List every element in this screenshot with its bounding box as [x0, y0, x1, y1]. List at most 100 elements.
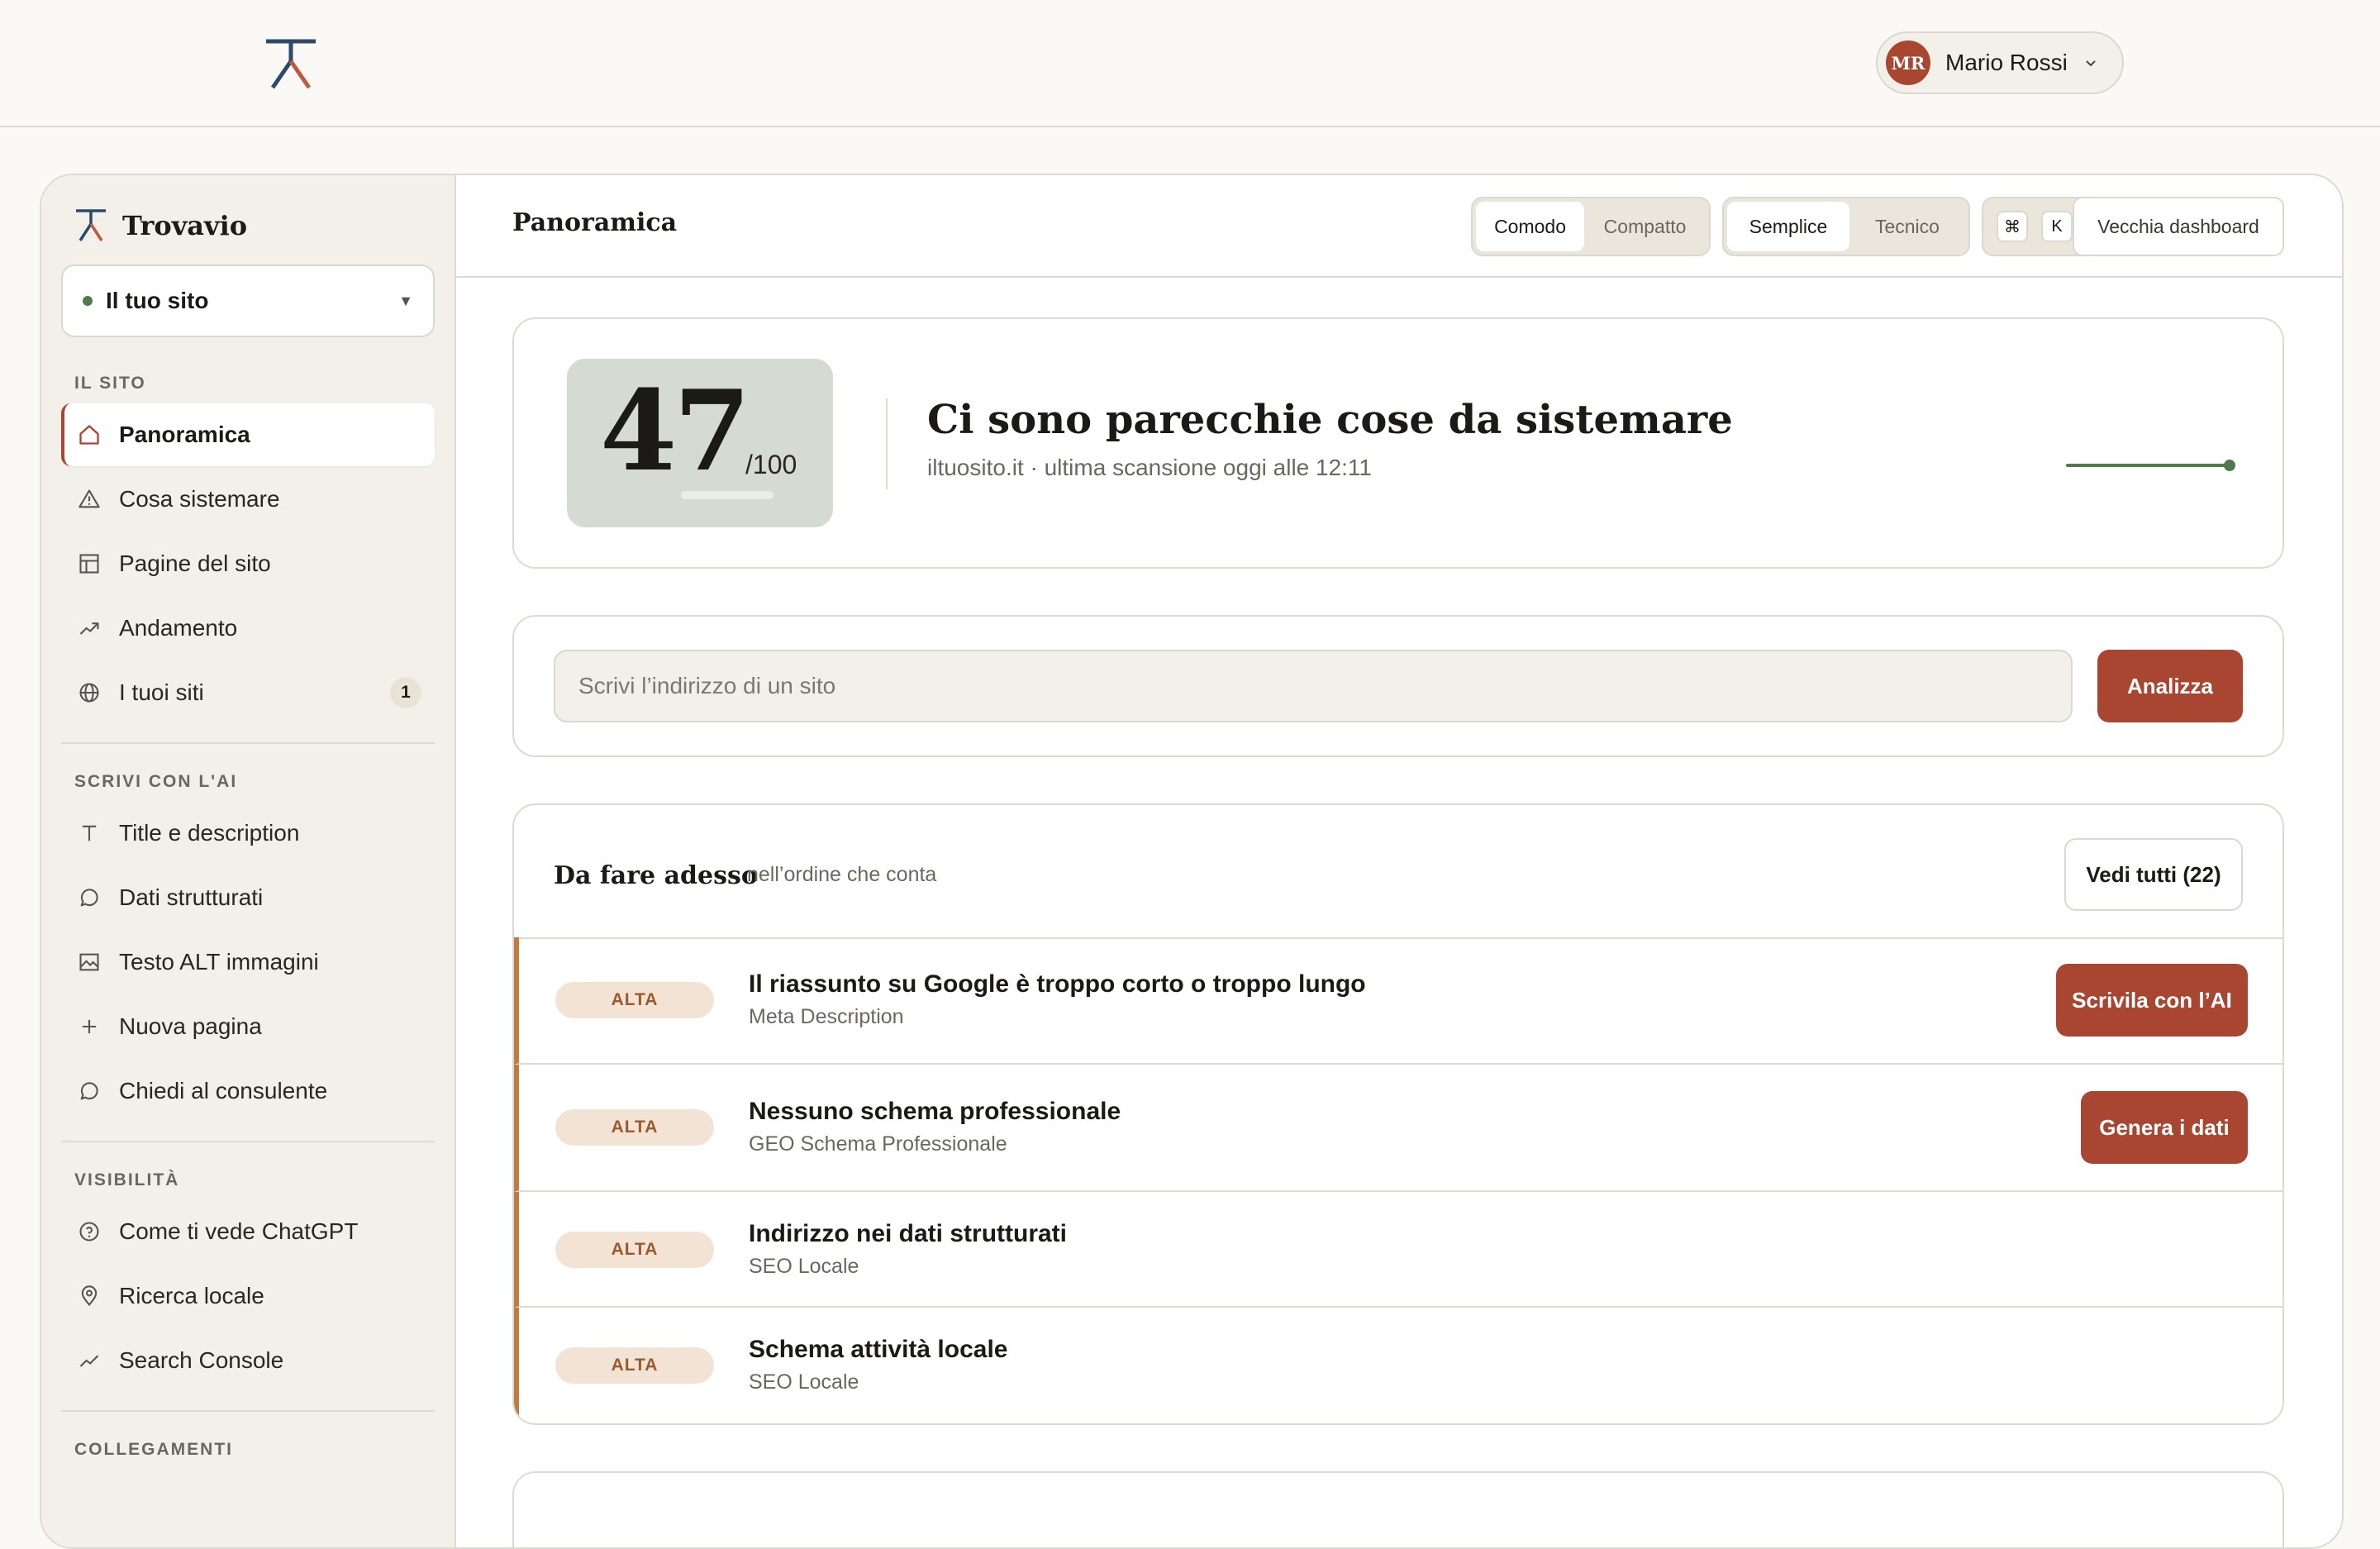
- todo-header: Da fare adesso nell’ordine che conta Ved…: [514, 805, 2282, 939]
- trend-icon: [79, 1355, 99, 1367]
- sidebar-item-dati-strutturati[interactable]: Dati strutturati: [61, 866, 435, 929]
- todo-row-title: Indirizzo nei dati strutturati: [749, 1220, 1068, 1247]
- score-bar: [681, 491, 774, 499]
- top-bar: MR Mario Rossi: [0, 0, 2380, 127]
- write-with-ai-button[interactable]: Scrivila con l’AI: [2056, 964, 2248, 1037]
- globe-icon: [79, 683, 99, 703]
- todo-row[interactable]: ALTA Indirizzo nei dati strutturati SEO …: [514, 1192, 2282, 1308]
- main-header: Panoramica Comodo Compatto Semplice Tecn…: [456, 175, 2342, 278]
- avatar: MR: [1886, 41, 1930, 85]
- next-card: [512, 1471, 2284, 1547]
- sidebar-item-label: Dati strutturati: [119, 884, 264, 910]
- todo-row[interactable]: ALTA Il riassunto su Google è troppo cor…: [514, 937, 2282, 1065]
- user-menu-button[interactable]: MR Mario Rossi: [1876, 31, 2124, 94]
- todo-title: Da fare adesso: [554, 861, 758, 890]
- priority-badge: ALTA: [555, 1109, 714, 1146]
- caret-down-icon: ▼: [398, 292, 413, 309]
- warning-icon: [79, 489, 100, 508]
- section-label-site: IL SITO: [74, 374, 146, 393]
- sidebar-item-label: Pagine del sito: [119, 550, 271, 576]
- priority-badge: ALTA: [555, 982, 714, 1018]
- todo-row-category: Meta Description: [749, 1005, 904, 1028]
- sidebar-item-nuova-pagina[interactable]: Nuova pagina: [61, 995, 435, 1058]
- density-option-comodo[interactable]: Comodo: [1476, 202, 1585, 251]
- image-icon: [79, 953, 99, 971]
- sidebar-item-consulente[interactable]: Chiedi al consulente: [61, 1060, 435, 1122]
- todo-subtitle: nell’ordine che conta: [747, 863, 937, 886]
- type-icon: [82, 825, 97, 841]
- density-option-compatto[interactable]: Compatto: [1584, 202, 1706, 251]
- divider: [61, 1410, 435, 1412]
- site-selector[interactable]: Il tuo sito ▼: [61, 265, 435, 337]
- sidebar-item-panoramica[interactable]: Panoramica: [61, 403, 435, 466]
- sidebar-item-pagine[interactable]: Pagine del sito: [61, 532, 435, 595]
- density-toggle: Comodo Compatto: [1471, 197, 1711, 256]
- section-label-visibility: VISIBILITÀ: [74, 1170, 180, 1189]
- site-url-input[interactable]: [554, 650, 2073, 722]
- count-badge: 1: [390, 677, 421, 708]
- page-title: Panoramica: [512, 208, 678, 237]
- score-subline: iltuosito.it · ultima scansione oggi all…: [927, 455, 1373, 480]
- sidebar-item-alt-immagini[interactable]: Testo ALT immagini: [61, 931, 435, 994]
- status-dot-icon: [83, 296, 93, 306]
- sidebar-item-title-description[interactable]: Title e description: [61, 802, 435, 865]
- todo-row[interactable]: ALTA Nessuno schema professionale GEO Sc…: [514, 1065, 2282, 1192]
- todo-row-title: Il riassunto su Google è troppo corto o …: [749, 970, 1366, 998]
- trovavio-logo-icon[interactable]: [263, 36, 319, 93]
- sidebar-item-label: Panoramica: [119, 422, 250, 447]
- plus-icon: [82, 1019, 97, 1034]
- section-label-links: COLLEGAMENTI: [74, 1440, 233, 1459]
- chat-icon: [80, 1082, 98, 1100]
- todo-row-category: GEO Schema Professionale: [749, 1132, 1007, 1156]
- divider: [61, 1141, 435, 1142]
- sidebar-item-andamento[interactable]: Andamento: [61, 597, 435, 660]
- brand-name: Trovavio: [122, 210, 248, 241]
- help-circle-icon: [79, 1222, 99, 1242]
- sidebar-item-chatgpt[interactable]: Come ti vede ChatGPT: [61, 1200, 435, 1263]
- sidebar-item-tuoi-siti[interactable]: I tuoi siti 1: [61, 661, 435, 724]
- brand[interactable]: Trovavio: [74, 205, 247, 246]
- todo-row-category: SEO Locale: [749, 1370, 859, 1394]
- analyze-card: Analizza: [512, 615, 2284, 757]
- todo-row-title: Nessuno schema professionale: [749, 1098, 1121, 1125]
- trend-sparkline-icon: [2066, 460, 2235, 471]
- sidebar-item-label: Testo ALT immagini: [119, 949, 319, 975]
- divider: [886, 398, 888, 489]
- kbd-command: ⌘: [1997, 211, 2028, 242]
- todo-row-title: Schema attività locale: [749, 1336, 1008, 1363]
- mode-option-tecnico[interactable]: Tecnico: [1849, 202, 1965, 251]
- section-label-ai: SCRIVI CON L'AI: [74, 772, 238, 791]
- mode-option-semplice[interactable]: Semplice: [1727, 202, 1849, 251]
- analyze-button[interactable]: Analizza: [2097, 650, 2243, 722]
- see-all-button[interactable]: Vedi tutti (22): [2064, 838, 2243, 911]
- priority-badge: ALTA: [555, 1232, 714, 1268]
- sidebar-item-label: Search Console: [119, 1347, 284, 1373]
- sidebar-item-label: Cosa sistemare: [119, 486, 280, 512]
- old-dashboard-button[interactable]: Vecchia dashboard: [2073, 197, 2284, 256]
- todo-row-category: SEO Locale: [749, 1255, 859, 1278]
- site-selector-label: Il tuo sito: [106, 288, 209, 313]
- home-icon: [79, 425, 99, 445]
- sidebar-item-label: Ricerca locale: [119, 1283, 264, 1308]
- score-value: 47: [600, 365, 750, 496]
- sidebar-item-label: Andamento: [119, 615, 238, 641]
- trend-icon: [79, 622, 99, 635]
- divider: [61, 742, 435, 744]
- map-pin-icon: [81, 1285, 98, 1307]
- user-name: Mario Rossi: [1945, 50, 2068, 75]
- app-window: Trovavio Il tuo sito ▼ IL SITO Panoramic…: [40, 174, 2344, 1549]
- sidebar-item-label: Nuova pagina: [119, 1013, 262, 1039]
- mode-toggle: Semplice Tecnico: [1722, 197, 1970, 256]
- todo-row[interactable]: ALTA Schema attività locale SEO Locale: [514, 1308, 2282, 1423]
- layout-icon: [79, 554, 99, 574]
- sidebar: Trovavio Il tuo sito ▼ IL SITO Panoramic…: [41, 175, 456, 1547]
- trovavio-logo-icon: [76, 209, 106, 241]
- chevron-down-icon: [2086, 60, 2096, 67]
- sidebar-item-ricerca-locale[interactable]: Ricerca locale: [61, 1265, 435, 1327]
- generate-data-button[interactable]: Genera i dati: [2081, 1091, 2248, 1164]
- sidebar-item-label: Come ti vede ChatGPT: [119, 1218, 359, 1244]
- todo-card: Da fare adesso nell’ordine che conta Ved…: [512, 803, 2284, 1425]
- sidebar-item-label: Chiedi al consulente: [119, 1078, 328, 1103]
- sidebar-item-search-console[interactable]: Search Console: [61, 1329, 435, 1392]
- sidebar-item-cosa-sistemare[interactable]: Cosa sistemare: [61, 468, 435, 531]
